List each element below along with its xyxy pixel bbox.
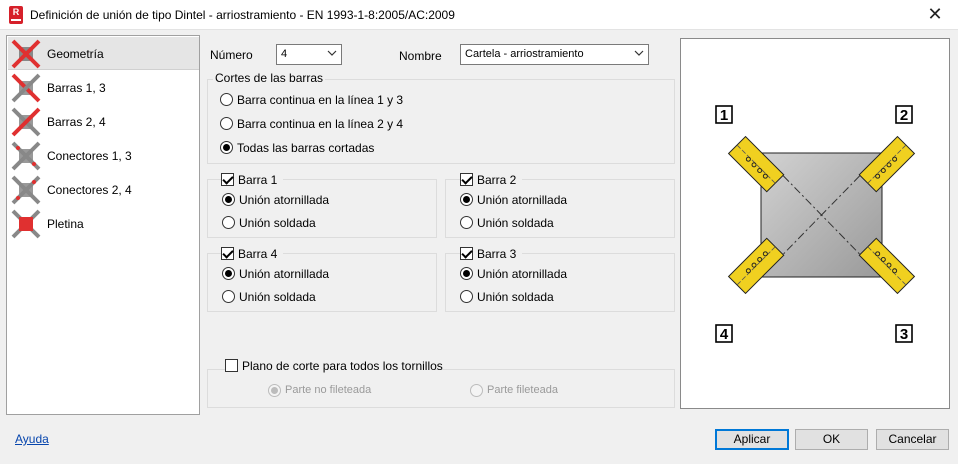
- ok-button[interactable]: OK: [795, 429, 868, 450]
- radio-button[interactable]: [460, 290, 473, 303]
- corte-option-label: Barra continua en la línea 2 y 4: [237, 117, 404, 131]
- svg-text:2: 2: [900, 107, 908, 124]
- cancel-button[interactable]: Cancelar: [876, 429, 949, 450]
- radio-button[interactable]: [470, 384, 483, 397]
- checkbox[interactable]: [221, 247, 234, 260]
- radio-label: Unión atornillada: [477, 267, 568, 281]
- nombre-select[interactable]: Cartela - arriostramiento: [460, 44, 649, 65]
- checkbox[interactable]: [221, 173, 234, 186]
- radio-label: Unión atornillada: [239, 267, 330, 281]
- sidebar-item-conectores-1-3[interactable]: Conectores 1, 3: [8, 139, 199, 172]
- corner-label-4: 4: [715, 324, 733, 343]
- radio-label: Parte no fileteada: [285, 384, 372, 396]
- title-bar: R Definición de unión de tipo Dintel - a…: [0, 0, 958, 30]
- cortes-title: Cortes de las barras: [213, 71, 326, 85]
- corner-label-3: 3: [895, 324, 913, 343]
- radio-button[interactable]: [222, 193, 235, 206]
- barra3-checkbox[interactable]: Barra 3: [460, 246, 522, 262]
- chevron-down-icon: [327, 50, 337, 56]
- radio-button[interactable]: [268, 384, 281, 397]
- help-link[interactable]: Ayuda: [15, 432, 49, 446]
- plano-label: Plano de corte para todos los tornillos: [242, 359, 443, 373]
- sidebar-item-conectores-2-4[interactable]: Conectores 2, 4: [8, 173, 199, 206]
- sidebar-item-label: Pletina: [47, 217, 84, 231]
- radio-label: Unión soldada: [239, 216, 316, 230]
- radio-button[interactable]: [460, 193, 473, 206]
- sidebar-item-label: Barras 2, 4: [47, 115, 106, 129]
- connectors-joint-icon: [11, 141, 41, 171]
- connectors-joint-icon: [11, 175, 41, 205]
- numero-value: 4: [281, 48, 288, 60]
- sidebar-item-label: Barras 1, 3: [47, 81, 106, 95]
- barra4-checkbox[interactable]: Barra 4: [221, 246, 283, 262]
- bars-joint-icon: [11, 107, 41, 137]
- joint-diagram: 1 2 3 4: [715, 105, 916, 343]
- window-title: Definición de unión de tipo Dintel - arr…: [30, 8, 455, 22]
- chevron-down-icon: [634, 50, 644, 56]
- radio-button[interactable]: [460, 267, 473, 280]
- plano-checkbox[interactable]: Plano de corte para todos los tornillos: [225, 358, 443, 374]
- radio-label: Parte fileteada: [487, 384, 558, 396]
- barra4-label: Barra 4: [238, 247, 278, 261]
- radio-label: Unión soldada: [239, 290, 316, 304]
- radio-button[interactable]: [222, 267, 235, 280]
- sidebar-item-label: Conectores 1, 3: [47, 149, 132, 163]
- geometry-joint-icon: [11, 39, 41, 69]
- radio-button[interactable]: [222, 216, 235, 229]
- barra1-checkbox[interactable]: Barra 1: [221, 172, 283, 188]
- svg-text:1: 1: [720, 107, 728, 124]
- sidebar-item-pletina[interactable]: Pletina: [8, 207, 199, 240]
- sidebar-item-label: Conectores 2, 4: [47, 183, 132, 197]
- sidebar-item-barras-2-4[interactable]: Barras 2, 4: [8, 105, 199, 138]
- joint-preview: 1 2 3 4: [680, 38, 950, 409]
- sidebar-item-geometria[interactable]: Geometría: [8, 37, 199, 70]
- numero-select[interactable]: 4: [276, 44, 342, 65]
- radio-button[interactable]: [220, 141, 233, 154]
- checkbox[interactable]: [460, 173, 473, 186]
- corte-option-label: Barra continua en la línea 1 y 3: [237, 93, 404, 107]
- corte-option-label: Todas las barras cortadas: [237, 141, 375, 155]
- corner-label-1: 1: [715, 105, 733, 124]
- barra2-checkbox[interactable]: Barra 2: [460, 172, 522, 188]
- barra3-label: Barra 3: [477, 247, 517, 261]
- radio-label: Unión atornillada: [477, 193, 568, 207]
- checkbox[interactable]: [225, 359, 238, 372]
- svg-text:4: 4: [720, 326, 729, 343]
- app-icon: R: [9, 6, 23, 24]
- radio-button[interactable]: [222, 290, 235, 303]
- nombre-value: Cartela - arriostramiento: [465, 48, 584, 60]
- radio-label: Unión atornillada: [239, 193, 330, 207]
- radio-button[interactable]: [220, 93, 233, 106]
- bars-joint-icon: [11, 73, 41, 103]
- numero-label: Número: [210, 48, 253, 62]
- corner-label-2: 2: [895, 105, 913, 124]
- checkbox[interactable]: [460, 247, 473, 260]
- radio-label: Unión soldada: [477, 290, 554, 304]
- barra1-label: Barra 1: [238, 173, 278, 187]
- radio-button[interactable]: [220, 117, 233, 130]
- close-icon[interactable]: ✕: [912, 0, 958, 30]
- sidebar-item-barras-1-3[interactable]: Barras 1, 3: [8, 71, 199, 104]
- radio-label: Unión soldada: [477, 216, 554, 230]
- svg-text:3: 3: [900, 326, 908, 343]
- apply-button[interactable]: Aplicar: [715, 429, 789, 450]
- barra2-label: Barra 2: [477, 173, 517, 187]
- sidebar-item-label: Geometría: [47, 47, 104, 61]
- sidebar: Geometría Barras 1, 3 Barras 2, 4 Conect…: [6, 35, 200, 415]
- radio-button[interactable]: [460, 216, 473, 229]
- nombre-label: Nombre: [399, 49, 442, 63]
- plate-joint-icon: [11, 209, 41, 239]
